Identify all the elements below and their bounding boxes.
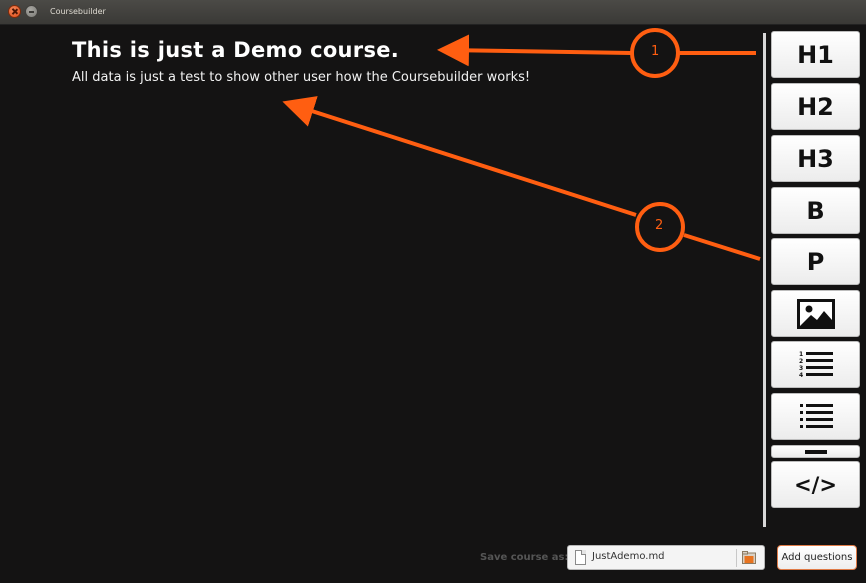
horizontal-rule-button[interactable] (771, 445, 860, 458)
bullet-list-icon (799, 403, 833, 428)
add-questions-button[interactable]: Add questions (777, 545, 857, 570)
toolbar-divider (763, 33, 766, 527)
code-button-label: </> (794, 472, 837, 497)
horizontal-rule-icon (804, 449, 827, 454)
paragraph-button[interactable]: P (771, 238, 860, 285)
numbered-list-button[interactable]: 1 2 3 4 (771, 341, 860, 388)
annotation-badge-1: 1 (651, 44, 660, 59)
minimize-window-button[interactable] (25, 5, 38, 18)
svg-text:2: 2 (799, 358, 803, 365)
course-preview[interactable]: This is just a Demo course. All data is … (0, 25, 762, 545)
course-paragraph: All data is just a test to show other us… (72, 70, 531, 85)
numbered-list-icon: 1 2 3 4 (799, 351, 833, 379)
h3-button[interactable]: H3 (771, 135, 860, 182)
svg-text:1: 1 (799, 351, 803, 358)
insert-image-button[interactable] (771, 290, 860, 337)
paragraph-button-label: P (806, 247, 825, 276)
file-name: JustAdemo.md (592, 551, 665, 562)
h2-button[interactable]: H2 (771, 83, 860, 130)
save-file-chooser[interactable]: JustAdemo.md (567, 545, 765, 570)
window-titlebar: Coursebuilder (0, 0, 866, 25)
save-course-label: Save course as: (480, 552, 569, 563)
code-button[interactable]: </> (771, 461, 860, 508)
folder-open-icon[interactable] (742, 551, 756, 564)
file-icon (575, 550, 586, 565)
h1-button-label: H1 (797, 40, 834, 69)
window-title: Coursebuilder (50, 7, 106, 16)
h1-button[interactable]: H1 (771, 31, 860, 78)
svg-text:4: 4 (799, 372, 803, 379)
svg-text:3: 3 (799, 365, 803, 372)
chooser-separator (736, 549, 737, 567)
annotation-badge-2: 2 (655, 218, 664, 233)
bold-button[interactable]: B (771, 187, 860, 234)
bold-button-label: B (806, 196, 825, 225)
close-window-button[interactable] (8, 5, 21, 18)
h2-button-label: H2 (797, 92, 834, 121)
course-heading: This is just a Demo course. (72, 38, 400, 62)
bullet-list-button[interactable] (771, 393, 860, 440)
h3-button-label: H3 (797, 144, 834, 173)
image-icon (796, 298, 835, 329)
